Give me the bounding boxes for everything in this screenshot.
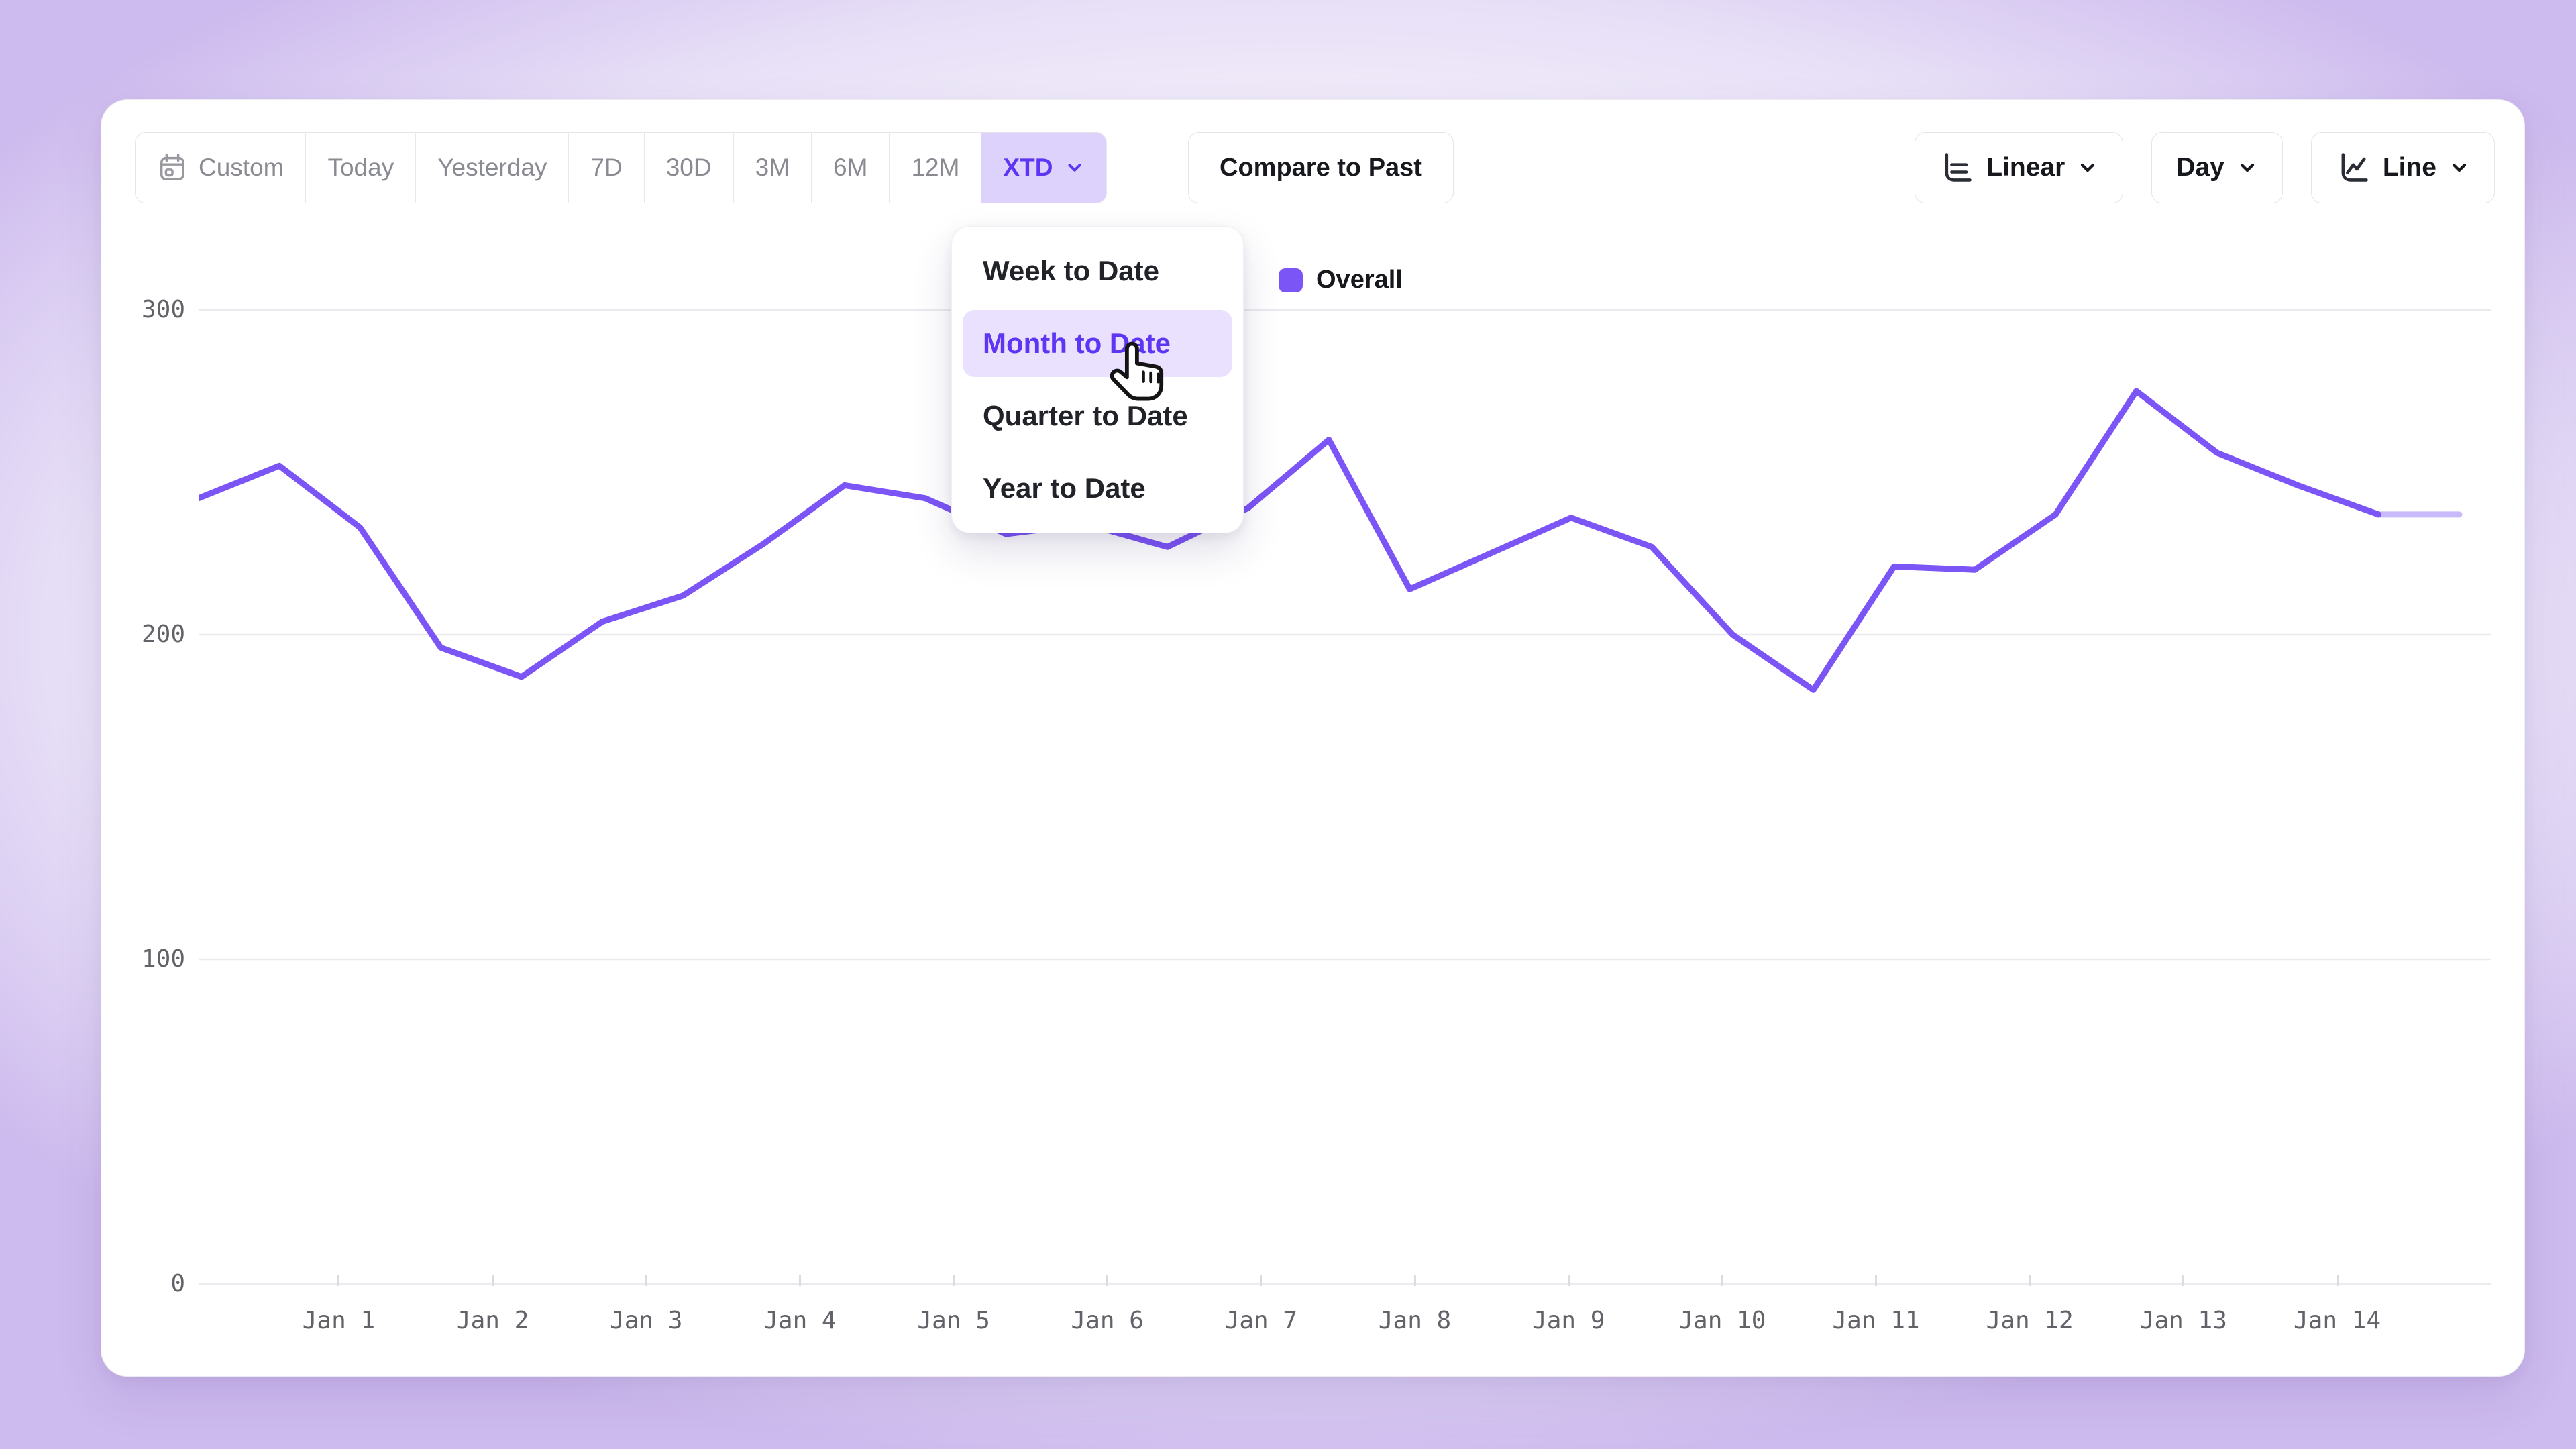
x-axis-tick (492, 1275, 494, 1286)
series-line-overall (199, 391, 2379, 690)
x-axis-label-jan-4: Jan 4 (726, 1307, 873, 1335)
control-label: Day (2176, 153, 2224, 182)
x-axis-tick (1414, 1275, 1416, 1286)
x-axis-tick (799, 1275, 801, 1286)
time-range-group: Custom Today Yesterday 7D 30D 3M 6M 12M XTD (135, 132, 1107, 203)
x-axis-label-jan-7: Jan 7 (1187, 1307, 1335, 1335)
menu-item-week-to-date[interactable]: Week to Date (963, 237, 1232, 305)
day-dropdown-button[interactable]: Day (2151, 132, 2283, 203)
x-axis-tick (2337, 1275, 2339, 1286)
x-axis-label-jan-13: Jan 13 (2110, 1307, 2257, 1335)
x-axis-tick (1260, 1275, 1262, 1286)
menu-item-quarter-to-date[interactable]: Quarter to Date (963, 382, 1232, 449)
x-axis-tick (2182, 1275, 2184, 1286)
x-axis-label-jan-14: Jan 14 (2263, 1307, 2411, 1335)
range-button-custom[interactable]: Custom (136, 133, 306, 203)
range-button-label: Yesterday (437, 154, 547, 182)
range-button-today[interactable]: Today (306, 133, 416, 203)
range-button-yesterday[interactable]: Yesterday (416, 133, 569, 203)
range-button-label: Custom (199, 154, 284, 182)
control-label: Line (2383, 153, 2436, 182)
x-axis-tick (337, 1275, 339, 1286)
x-axis-label-jan-2: Jan 2 (419, 1307, 566, 1335)
time-range-dropdown: Week to DateMonth to DateQuarter to Date… (951, 226, 1244, 533)
x-axis-label-jan-6: Jan 6 (1034, 1307, 1181, 1335)
x-axis-label-jan-11: Jan 11 (1803, 1307, 1950, 1335)
x-axis-tick (953, 1275, 955, 1286)
x-axis-tick (1568, 1275, 1570, 1286)
chevron-down-icon (2077, 157, 2098, 178)
range-button-label: 7D (590, 154, 622, 182)
y-axis-label-200: 200 (101, 621, 185, 648)
range-button-6m[interactable]: 6M (812, 133, 890, 203)
x-axis-tick (645, 1275, 647, 1286)
calendar-icon (157, 152, 188, 183)
x-axis-label-jan-3: Jan 3 (572, 1307, 720, 1335)
chart-controls-group: Linear Day Line (1915, 132, 2495, 203)
range-button-12m[interactable]: 12M (890, 133, 981, 203)
chevron-down-icon (1065, 158, 1085, 178)
x-axis-label-jan-10: Jan 10 (1648, 1307, 1796, 1335)
page-background: Custom Today Yesterday 7D 30D 3M 6M 12M XTD Comp… (0, 0, 2576, 1449)
range-button-label: 3M (755, 154, 790, 182)
range-button-30d[interactable]: 30D (645, 133, 734, 203)
control-label: Linear (1986, 153, 2065, 182)
range-button-xtd[interactable]: XTD (981, 133, 1106, 203)
x-axis-label-jan-1: Jan 1 (265, 1307, 413, 1335)
chevron-down-icon (2237, 157, 2258, 178)
range-button-7d[interactable]: 7D (569, 133, 644, 203)
range-button-label: 30D (666, 154, 712, 182)
range-button-label: Today (327, 154, 394, 182)
range-button-3m[interactable]: 3M (734, 133, 812, 203)
x-axis-label-jan-5: Jan 5 (880, 1307, 1028, 1335)
range-button-label: 6M (833, 154, 867, 182)
x-axis-tick (1875, 1275, 1877, 1286)
x-axis-tick (2029, 1275, 2031, 1286)
line-chart-plot (199, 278, 2491, 1287)
analytics-card: Custom Today Yesterday 7D 30D 3M 6M 12M XTD Comp… (101, 99, 2525, 1377)
chevron-down-icon (2449, 157, 2470, 178)
range-button-label: 12M (911, 154, 959, 182)
range-button-label: XTD (1003, 154, 1053, 182)
x-axis-tick (1721, 1275, 1723, 1286)
x-axis-tick (1106, 1275, 1108, 1286)
linear-dropdown-button[interactable]: Linear (1915, 132, 2123, 203)
line-chart-icon (2336, 150, 2371, 185)
y-axis-label-100: 100 (101, 946, 185, 973)
compare-to-past-button[interactable]: Compare to Past (1188, 132, 1454, 203)
menu-item-month-to-date[interactable]: Month to Date (963, 310, 1232, 377)
x-axis-label-jan-9: Jan 9 (1495, 1307, 1642, 1335)
x-axis-label-jan-8: Jan 8 (1341, 1307, 1489, 1335)
x-axis-label-jan-12: Jan 12 (1956, 1307, 2104, 1335)
linear-scale-icon (1939, 150, 1974, 185)
line-dropdown-button[interactable]: Line (2311, 132, 2495, 203)
y-axis-label-0: 0 (101, 1271, 185, 1297)
y-axis-label-300: 300 (101, 297, 185, 323)
menu-item-year-to-date[interactable]: Year to Date (963, 455, 1232, 522)
